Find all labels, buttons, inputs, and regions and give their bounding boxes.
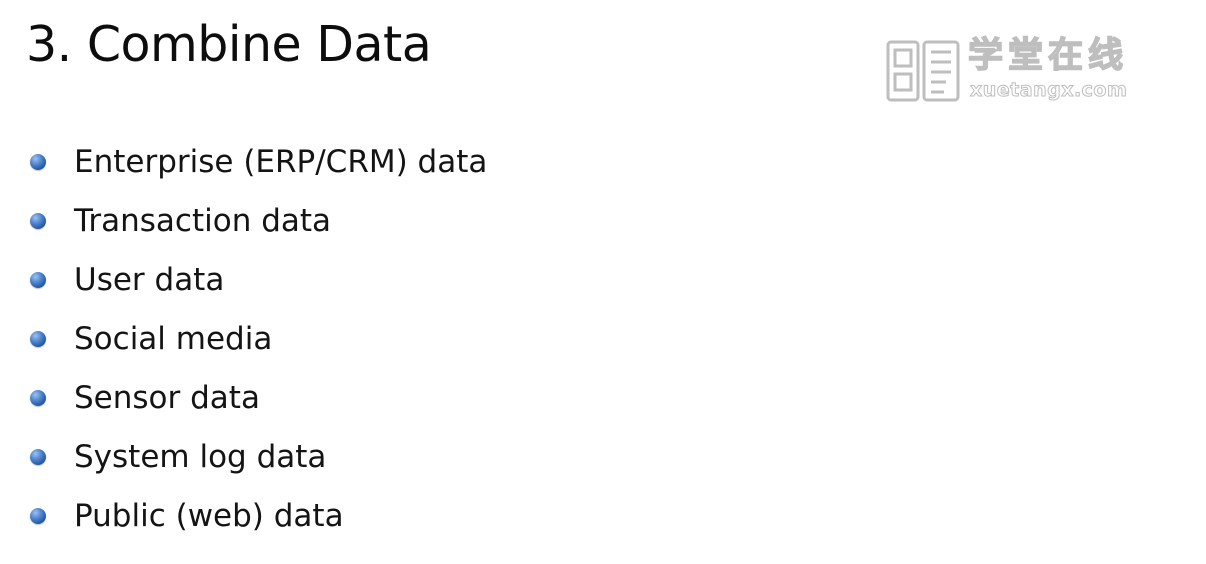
bullet-text: Social media bbox=[74, 320, 273, 357]
bullet-icon bbox=[30, 153, 46, 170]
bullet-text: Transaction data bbox=[74, 202, 332, 239]
bullet-text: Enterprise (ERP/CRM) data bbox=[74, 143, 488, 180]
bullet-icon bbox=[30, 212, 46, 229]
slide-title: 3. Combine Data bbox=[26, 16, 432, 73]
list-item: System log data bbox=[30, 427, 487, 486]
slide: 3. Combine Data 学堂在线 xuetangx.com Enterp… bbox=[0, 0, 1206, 564]
list-item: Public (web) data bbox=[30, 486, 487, 545]
bullet-icon bbox=[30, 271, 46, 288]
watermark-url: xuetangx.com bbox=[969, 79, 1128, 102]
bullet-icon bbox=[30, 507, 46, 524]
bullet-text: Sensor data bbox=[74, 379, 260, 416]
bullet-list: Enterprise (ERP/CRM) data Transaction da… bbox=[30, 132, 487, 545]
bullet-icon bbox=[30, 448, 46, 465]
list-item: Sensor data bbox=[30, 368, 487, 427]
list-item: Enterprise (ERP/CRM) data bbox=[30, 132, 487, 191]
list-item: Transaction data bbox=[30, 191, 487, 250]
bullet-icon bbox=[30, 389, 46, 406]
bullet-icon bbox=[30, 330, 46, 347]
list-item: User data bbox=[30, 250, 487, 309]
bullet-text: Public (web) data bbox=[74, 497, 344, 534]
list-item: Social media bbox=[30, 309, 487, 368]
watermark-chinese: 学堂在线 bbox=[967, 35, 1129, 77]
bullet-text: System log data bbox=[74, 438, 327, 475]
watermark: 学堂在线 xuetangx.com bbox=[884, 34, 1136, 108]
xuetangx-logo-icon bbox=[886, 40, 960, 102]
bullet-text: User data bbox=[74, 261, 225, 298]
